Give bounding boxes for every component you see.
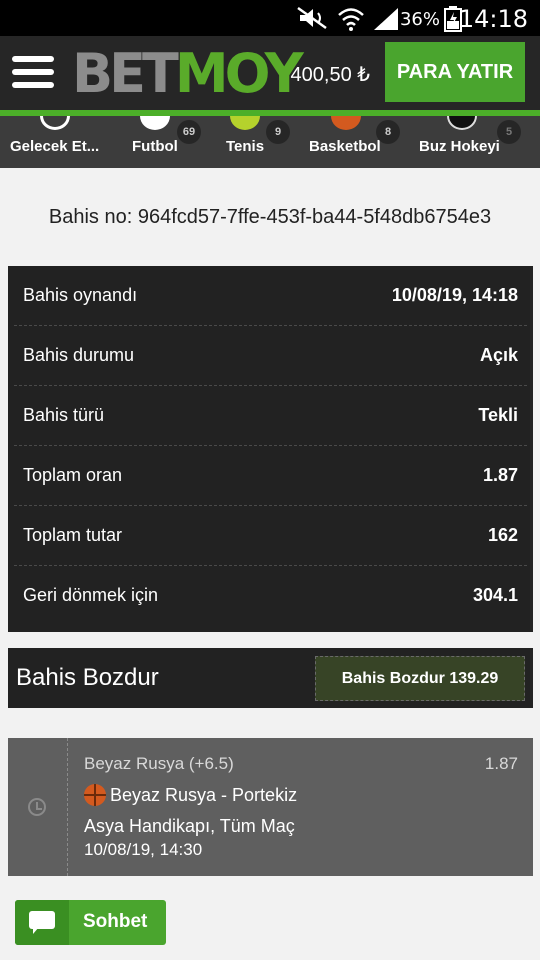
battery-percent: 36% xyxy=(399,9,440,30)
tennis-icon xyxy=(230,116,260,130)
clock-icon xyxy=(28,798,46,816)
sport-tab-upcoming[interactable]: Gelecek Et... xyxy=(10,116,120,168)
bet-number: Bahis no: 964fcd57-7ffe-453f-ba44-5f48db… xyxy=(48,206,492,228)
chat-button[interactable]: Sohbet xyxy=(15,900,166,945)
detail-row: Toplam oran 1.87 xyxy=(8,446,533,506)
detail-row: Geri dönmek için 304.1 xyxy=(23,585,518,605)
balance-amount[interactable]: 400,50 ₺ xyxy=(291,62,370,87)
sports-nav: Gelecek Et... Futbol 69 Tenis 9 Basketbo… xyxy=(0,116,540,168)
sport-tab-basketball[interactable]: Basketbol 8 xyxy=(309,116,409,168)
selection-market: Asya Handikapı, Tüm Maç xyxy=(84,816,295,836)
bet-details-table: Bahis oynandı 10/08/19, 14:18 Bahis duru… xyxy=(8,266,533,632)
football-icon xyxy=(140,116,170,130)
deposit-button[interactable]: PARA YATIR xyxy=(385,42,525,102)
status-bar: 36% 14:18 xyxy=(0,0,540,36)
menu-icon[interactable] xyxy=(12,56,54,88)
sport-count-badge: 9 xyxy=(266,120,290,144)
sport-tab-tennis[interactable]: Tenis 9 xyxy=(226,116,296,168)
selection-date: 10/08/19, 14:30 xyxy=(84,840,203,859)
basketball-icon xyxy=(84,784,106,806)
selection-odd: 1.87 xyxy=(484,754,518,773)
wifi-icon xyxy=(338,8,364,31)
app-header: BETMOY 400,50 ₺ PARA YATIR xyxy=(0,36,540,110)
detail-row: Toplam tutar 162 xyxy=(8,506,533,566)
sport-count-badge: 5 xyxy=(497,120,521,144)
selection-pick: Beyaz Rusya (+6.5) xyxy=(84,754,234,773)
bet-selection-card: Beyaz Rusya (+6.5) 1.87 Beyaz Rusya - Po… xyxy=(8,738,533,876)
detail-row: Bahis türü Tekli xyxy=(8,386,533,446)
clock-time: 14:18 xyxy=(458,5,528,33)
selection-status xyxy=(8,738,68,876)
cashout-title: Bahis Bozdur xyxy=(16,664,159,691)
sport-count-badge: 8 xyxy=(376,120,400,144)
selection-match: Beyaz Rusya - Portekiz xyxy=(84,784,297,806)
mute-icon xyxy=(297,6,327,30)
detail-row: Bahis durumu Açık xyxy=(8,326,533,386)
sport-tab-football[interactable]: Futbol 69 xyxy=(132,116,207,168)
sport-tab-ice-hockey[interactable]: Buz Hokeyi 5 xyxy=(419,116,540,168)
signal-icon xyxy=(374,8,398,30)
basketball-icon xyxy=(331,116,361,130)
bet-detail-page: Bahis no: 964fcd57-7ffe-453f-ba44-5f48db… xyxy=(0,168,540,960)
cashout-panel: Bahis Bozdur Bahis Bozdur 139.29 xyxy=(8,648,533,708)
chat-bubble-icon xyxy=(15,900,69,945)
detail-row: Bahis oynandı 10/08/19, 14:18 xyxy=(8,266,533,326)
ice-hockey-icon xyxy=(447,116,477,130)
upcoming-icon xyxy=(40,116,70,130)
cashout-button[interactable]: Bahis Bozdur 139.29 xyxy=(315,656,525,701)
sport-count-badge: 69 xyxy=(177,120,201,144)
brand-logo[interactable]: BETMOY xyxy=(72,44,304,104)
